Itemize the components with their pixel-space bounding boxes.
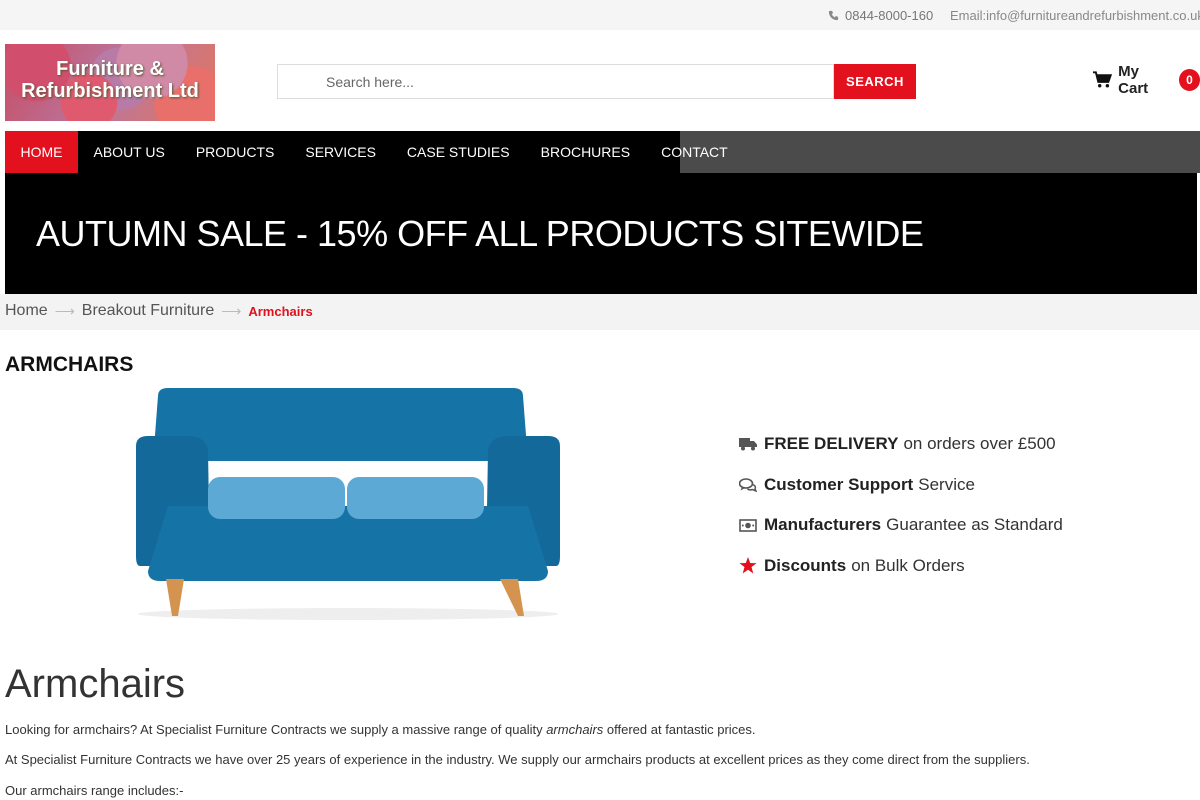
page-title: ARMCHAIRS (5, 353, 134, 376)
nav-item-home[interactable]: HOME (5, 131, 78, 173)
feature-customer-support: Customer Support Service (738, 465, 1063, 506)
site-logo[interactable]: Furniture & Refurbishment Ltd (5, 44, 215, 121)
feature-text: on orders over £500 (903, 434, 1056, 454)
sale-banner-text: AUTUMN SALE - 15% OFF ALL PRODUCTS SITEW… (36, 213, 924, 254)
main-nav: HOME ABOUT US PRODUCTS SERVICES CASE STU… (5, 131, 743, 173)
emphasis-armchairs: armchairs (546, 722, 604, 737)
feature-title: Customer Support (764, 474, 914, 494)
breadcrumb-home[interactable]: Home (5, 302, 48, 320)
arrow-right-icon: ⟶ (221, 302, 242, 319)
feature-title: Manufacturers (764, 515, 882, 535)
breadcrumb-current: Armchairs (248, 303, 313, 319)
truck-icon (738, 434, 758, 454)
nav-item-contact[interactable]: CONTACT (646, 131, 744, 173)
nav-item-about-us[interactable]: ABOUT US (78, 131, 180, 173)
search-input[interactable] (277, 64, 834, 99)
logo-line-2: Refurbishment Ltd (21, 80, 199, 102)
intro-paragraph: Looking for armchairs? At Specialist Fur… (5, 722, 756, 737)
cart-link[interactable]: My Cart 0 (1093, 63, 1200, 97)
email-link[interactable]: Email:info@furnitureandrefurbishment.co.… (950, 8, 1200, 23)
sale-banner[interactable]: AUTUMN SALE - 15% OFF ALL PRODUCTS SITEW… (5, 173, 1197, 294)
phone-number: 0844-8000-160 (845, 8, 934, 23)
phone-icon (828, 10, 839, 21)
content-title: Armchairs (5, 662, 186, 706)
cart-count-badge: 0 (1178, 69, 1200, 91)
nav-item-case-studies[interactable]: CASE STUDIES (391, 131, 525, 173)
top-bar: 0844-8000-160 Email:info@furnitureandref… (0, 0, 1200, 30)
feature-text: Guarantee as Standard (886, 515, 1063, 535)
experience-paragraph: At Specialist Furniture Contracts we hav… (5, 752, 1030, 767)
feature-title: FREE DELIVERY (764, 434, 899, 454)
star-icon (738, 556, 758, 576)
feature-guarantee: Manufacturers Guarantee as Standard (738, 505, 1063, 546)
chat-icon (738, 475, 758, 495)
feature-free-delivery: FREE DELIVERY on orders over £500 (738, 424, 1063, 465)
nav-item-products[interactable]: PRODUCTS (180, 131, 290, 173)
feature-text: on Bulk Orders (851, 555, 965, 575)
nav-item-brochures[interactable]: BROCHURES (525, 131, 645, 173)
feature-text: Service (918, 474, 975, 494)
breadcrumb: Home ⟶ Breakout Furniture ⟶ Armchairs (0, 294, 1200, 330)
nav-item-services[interactable]: SERVICES (290, 131, 392, 173)
search-bar: SEARCH (277, 64, 916, 99)
phone-contact[interactable]: 0844-8000-160 (828, 8, 933, 23)
logo-line-1: Furniture & (56, 58, 164, 80)
search-button[interactable]: SEARCH (834, 64, 916, 99)
feature-title: Discounts (764, 555, 847, 575)
breadcrumb-breakout-furniture[interactable]: Breakout Furniture (82, 302, 215, 320)
product-image[interactable] (128, 386, 568, 621)
range-intro-paragraph: Our armchairs range includes:- (5, 783, 184, 798)
feature-list: FREE DELIVERY on orders over £500 Custom… (738, 424, 1063, 586)
arrow-right-icon: ⟶ (54, 302, 75, 319)
cart-icon (1093, 71, 1113, 88)
cart-label: My Cart (1118, 63, 1149, 97)
nav-bar-filler (680, 131, 1200, 173)
money-icon (738, 515, 758, 535)
feature-discounts: Discounts on Bulk Orders (738, 546, 1063, 587)
